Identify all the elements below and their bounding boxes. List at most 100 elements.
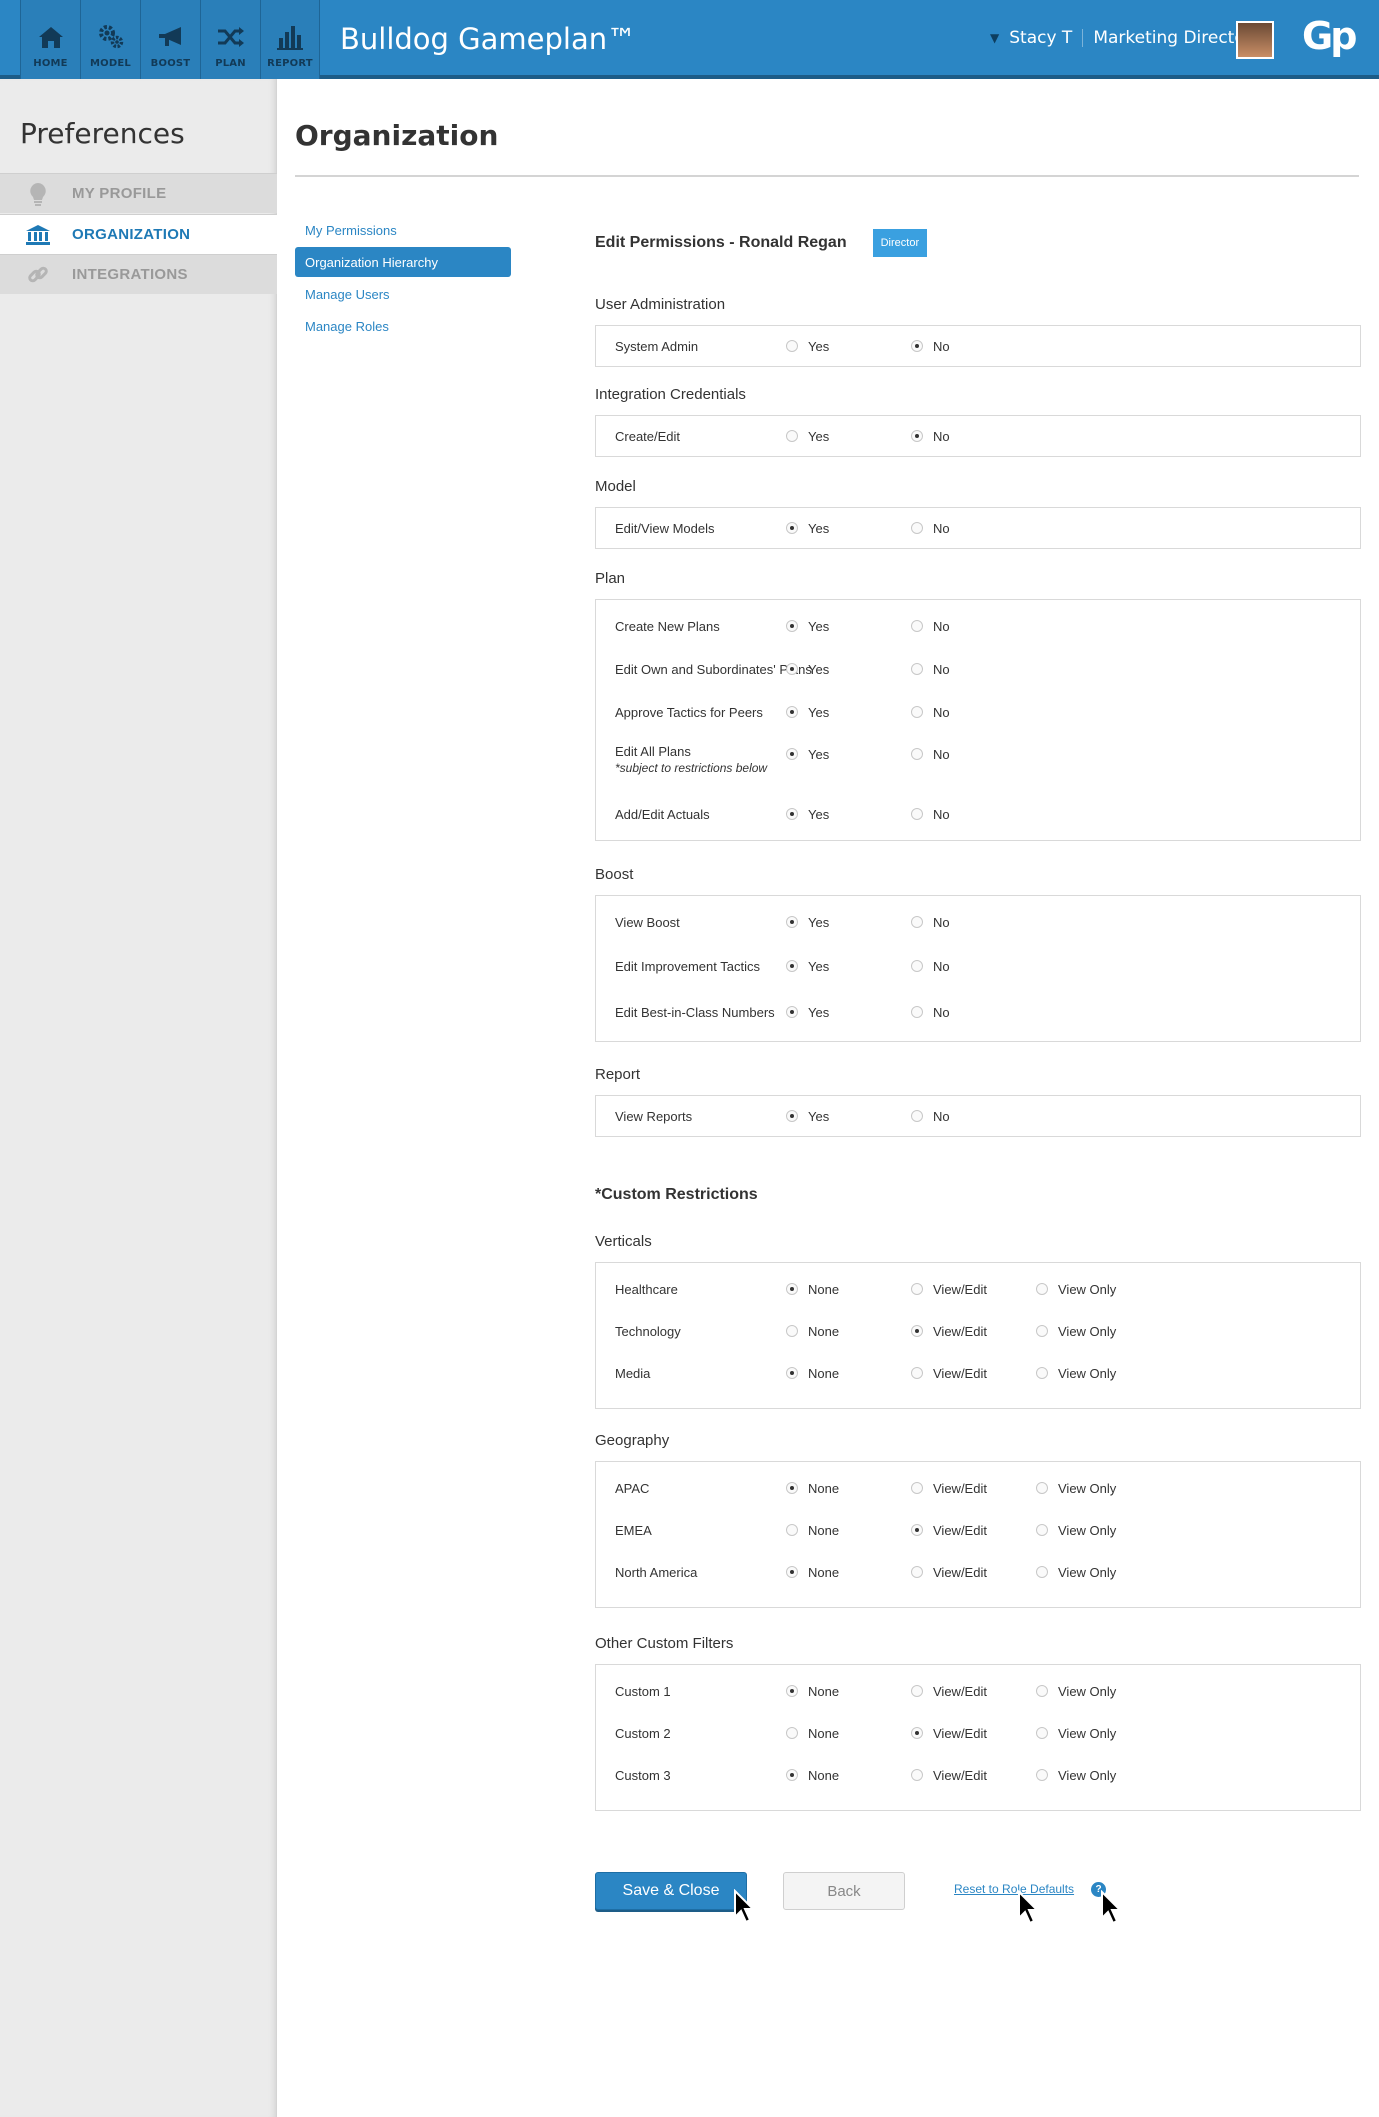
radio-button[interactable] (911, 748, 923, 760)
radio-option-view-edit[interactable]: View/Edit (911, 1366, 987, 1381)
radio-option-view-only[interactable]: View Only (1036, 1324, 1116, 1339)
radio-button[interactable] (911, 1482, 923, 1494)
radio-button[interactable] (911, 916, 923, 928)
radio-option-no[interactable]: No (911, 521, 950, 536)
radio-option-none[interactable]: None (786, 1726, 839, 1741)
radio-option-no[interactable]: No (911, 1005, 950, 1020)
radio-option-none[interactable]: None (786, 1523, 839, 1538)
radio-button[interactable] (911, 706, 923, 718)
radio-button[interactable] (786, 1110, 798, 1122)
radio-button[interactable] (786, 430, 798, 442)
nav-boost-button[interactable]: BOOST (140, 0, 200, 79)
radio-option-view-only[interactable]: View Only (1036, 1684, 1116, 1699)
radio-button[interactable] (911, 1325, 923, 1337)
radio-button[interactable] (911, 1006, 923, 1018)
radio-option-yes[interactable]: Yes (786, 915, 829, 930)
radio-option-none[interactable]: None (786, 1684, 839, 1699)
nav-model-button[interactable]: MODEL (80, 0, 140, 79)
radio-button[interactable] (786, 1283, 798, 1295)
sidebar-item-organization[interactable]: ORGANIZATION (0, 214, 277, 254)
radio-option-none[interactable]: None (786, 1481, 839, 1496)
radio-button[interactable] (786, 706, 798, 718)
radio-button[interactable] (786, 1566, 798, 1578)
radio-button[interactable] (911, 1685, 923, 1697)
nav-plan-button[interactable]: PLAN (200, 0, 260, 79)
subnav-manage-roles[interactable]: Manage Roles (295, 311, 511, 341)
radio-option-view-only[interactable]: View Only (1036, 1366, 1116, 1381)
nav-report-button[interactable]: REPORT (260, 0, 320, 79)
radio-option-yes[interactable]: Yes (786, 959, 829, 974)
radio-button[interactable] (911, 1283, 923, 1295)
radio-option-yes[interactable]: Yes (786, 807, 829, 822)
radio-option-yes[interactable]: Yes (786, 662, 829, 677)
radio-option-yes[interactable]: Yes (786, 339, 829, 354)
radio-button[interactable] (911, 1727, 923, 1739)
radio-button[interactable] (786, 808, 798, 820)
sidebar-item-integrations[interactable]: INTEGRATIONS (0, 254, 277, 294)
radio-option-none[interactable]: None (786, 1366, 839, 1381)
radio-option-none[interactable]: None (786, 1565, 839, 1580)
radio-option-view-edit[interactable]: View/Edit (911, 1726, 987, 1741)
radio-option-no[interactable]: No (911, 959, 950, 974)
radio-option-view-edit[interactable]: View/Edit (911, 1684, 987, 1699)
radio-button[interactable] (1036, 1325, 1048, 1337)
radio-option-no[interactable]: No (911, 1109, 950, 1124)
radio-button[interactable] (1036, 1727, 1048, 1739)
radio-option-none[interactable]: None (786, 1324, 839, 1339)
radio-button[interactable] (786, 1769, 798, 1781)
radio-button[interactable] (1036, 1367, 1048, 1379)
radio-button[interactable] (786, 1727, 798, 1739)
radio-button[interactable] (786, 1482, 798, 1494)
radio-option-view-edit[interactable]: View/Edit (911, 1768, 987, 1783)
radio-button[interactable] (911, 663, 923, 675)
back-button[interactable]: Back (783, 1872, 905, 1910)
radio-button[interactable] (911, 1110, 923, 1122)
radio-option-view-only[interactable]: View Only (1036, 1726, 1116, 1741)
radio-option-yes[interactable]: Yes (786, 429, 829, 444)
radio-button[interactable] (786, 522, 798, 534)
radio-option-view-only[interactable]: View Only (1036, 1523, 1116, 1538)
radio-option-no[interactable]: No (911, 807, 950, 822)
radio-option-view-only[interactable]: View Only (1036, 1565, 1116, 1580)
radio-option-view-edit[interactable]: View/Edit (911, 1282, 987, 1297)
radio-option-view-edit[interactable]: View/Edit (911, 1481, 987, 1496)
user-menu[interactable]: ▼ Stacy T Marketing Director (990, 28, 1252, 48)
subnav-manage-users[interactable]: Manage Users (295, 279, 511, 309)
radio-option-yes[interactable]: Yes (786, 521, 829, 536)
radio-button[interactable] (911, 960, 923, 972)
radio-button[interactable] (786, 1367, 798, 1379)
radio-button[interactable] (786, 1524, 798, 1536)
radio-button[interactable] (1036, 1769, 1048, 1781)
avatar[interactable] (1236, 21, 1274, 59)
reset-role-defaults-link[interactable]: Reset to Role Defaults (954, 1882, 1074, 1896)
radio-option-yes[interactable]: Yes (786, 747, 829, 762)
radio-button[interactable] (911, 430, 923, 442)
radio-button[interactable] (786, 916, 798, 928)
radio-option-yes[interactable]: Yes (786, 619, 829, 634)
radio-button[interactable] (1036, 1566, 1048, 1578)
radio-option-no[interactable]: No (911, 662, 950, 677)
radio-option-yes[interactable]: Yes (786, 705, 829, 720)
radio-button[interactable] (911, 808, 923, 820)
radio-button[interactable] (911, 522, 923, 534)
radio-button[interactable] (911, 1524, 923, 1536)
chevron-down-icon[interactable]: ▼ (990, 31, 999, 45)
radio-button[interactable] (1036, 1524, 1048, 1536)
radio-button[interactable] (1036, 1283, 1048, 1295)
radio-button[interactable] (911, 1367, 923, 1379)
sidebar-item-my-profile[interactable]: MY PROFILE (0, 173, 277, 213)
radio-option-yes[interactable]: Yes (786, 1109, 829, 1124)
subnav-organization-hierarchy[interactable]: Organization Hierarchy (295, 247, 511, 277)
radio-button[interactable] (911, 1769, 923, 1781)
radio-option-view-edit[interactable]: View/Edit (911, 1523, 987, 1538)
radio-option-no[interactable]: No (911, 429, 950, 444)
radio-button[interactable] (786, 1685, 798, 1697)
radio-option-none[interactable]: None (786, 1282, 839, 1297)
radio-button[interactable] (911, 340, 923, 352)
radio-option-no[interactable]: No (911, 915, 950, 930)
radio-button[interactable] (786, 1006, 798, 1018)
radio-button[interactable] (786, 748, 798, 760)
radio-button[interactable] (786, 960, 798, 972)
radio-button[interactable] (786, 620, 798, 632)
radio-option-no[interactable]: No (911, 339, 950, 354)
